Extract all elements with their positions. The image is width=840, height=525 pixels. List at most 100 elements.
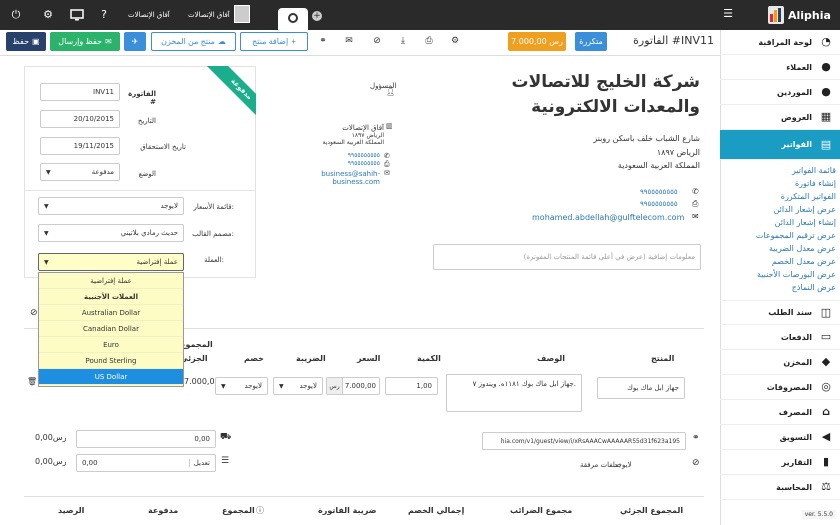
sidebar-sub-create-credit[interactable]: إنشاء إشعار الدائن [724,218,836,227]
row-tax-select[interactable]: ▼ لايوجد [273,377,323,395]
guest-link-field[interactable]: hia.com/v1/guest/view/i/xRsAAACwAAAAAR55… [482,432,686,450]
sidebar-item-purchase-orders[interactable]: ◫ سند الطلب [720,300,840,325]
summary-top-border [24,496,704,497]
sidebar-item-inventory[interactable]: ◆ المخزن [720,350,840,375]
sidebar-item-marketing[interactable]: ◀ التسويق [720,425,840,450]
attached-files-value: لايوجد [614,461,632,469]
monitor-icon[interactable] [70,9,84,21]
company-name: شركة الخليج للاتصالات والمعدات الالكترون… [511,72,700,117]
sidebar-sub-recurring[interactable]: الفواتير المتكررة [724,192,836,201]
currency-option-usd[interactable]: US Dollar [39,369,183,385]
row-price-field[interactable]: رس 7.000,00 [326,377,380,395]
template-select[interactable]: ▼ حديث رمادي بلاتيني [38,224,184,242]
row-qty-field[interactable]: 1,00 [385,377,438,395]
user-icon: 👤︎ [386,88,395,96]
fax-icon: ⎙ [692,199,699,208]
envelope-icon: ✉ [105,37,112,46]
sidebar-item-reports[interactable]: ▮ التقارير [720,450,840,475]
add-product-button[interactable]: إضافة منتج + [240,32,308,51]
sidebar-item-dashboard[interactable]: ◔ لوحة المراقبة [720,30,840,55]
company-phone-1[interactable]: ٩٩٥٥٥٥٥٥٥٥ [640,188,678,196]
save-button[interactable]: حفظ ▣ [6,32,46,51]
sidebar-sub-tax-rates[interactable]: عرض معدل الضريبة [724,244,836,253]
pin-button[interactable]: ✈ [124,32,146,51]
currency-option-eur[interactable]: Euro [39,337,183,353]
customer-phone-1[interactable]: ٩٩٥٥٥٥٥٥٥٥ [300,152,380,159]
sidebar-sub-create-invoice[interactable]: إنشاء فاتورة [724,179,836,188]
pricelist-select[interactable]: ▼ لايوجد [38,197,184,215]
sidebar-item-payments[interactable]: ▭ الدفعات [720,325,840,350]
user-icon: ● [821,60,831,73]
scale-icon: ⚖ [821,480,831,493]
customer-email[interactable]: business@sahih-business.com [280,170,380,186]
recurring-badge: متكررة [575,32,607,51]
sliders-icon: ☰ [221,456,230,466]
sidebar-item-invoices[interactable]: ▤ الفواتير [720,130,840,160]
date-field[interactable]: 20/10/2015 [40,110,120,128]
sidebar-item-customers[interactable]: ● العملاء [720,55,840,80]
add-tab-icon[interactable]: + [312,11,322,21]
currency-option-cad[interactable]: Canadian Dollar [39,321,183,337]
amount-1-field[interactable]: 0,00 [76,430,216,448]
company-phone-2[interactable]: ٩٩٥٥٥٥٥٥٥٥ [640,200,678,208]
sidebar-sub-templates[interactable]: عرض النماذج [724,283,836,292]
bullhorn-icon: ◀ [821,430,831,443]
download-icon[interactable]: ⤓ [398,36,408,46]
sidebar-sub-discount-rates[interactable]: عرض معدل الخصم [724,257,836,266]
due-date-label: تاريخ الاستحقاق [140,143,186,151]
sidebar-item-bank[interactable]: ⌂ المصرف [720,400,840,425]
paperclip-icon[interactable]: ⊘ [372,36,382,46]
bar-chart-icon: ▮ [822,455,830,468]
pin-icon: ✈ [131,37,139,46]
sidebar-sub-invoice-list[interactable]: قائمة الفواتير [724,166,836,175]
save-send-button[interactable]: حفظ وإرسال ✉ [50,32,120,51]
print-icon[interactable]: ⎙ [424,36,434,46]
gear-icon[interactable]: ⚙ [450,36,460,46]
currency-option-gbp[interactable]: Pound Sterling [39,353,183,369]
adjustment-field[interactable]: 0,00 تعديل [76,454,216,472]
power-icon[interactable]: ⏻ [10,9,22,21]
row-product-field[interactable]: جهاز ابل ماك بوك [597,377,685,399]
link-icon[interactable]: ⚭ [318,36,328,46]
active-tab[interactable] [278,8,308,30]
notes-textarea[interactable]: معلومات إضافية (عرض في أعلى قائمة المنتج… [433,244,701,270]
company-email[interactable]: mohamed.abdellah@gulftelecom.com [532,213,684,222]
help-icon[interactable]: ? [98,9,110,21]
customer-country: المملكة العربية السعودية [322,139,384,146]
status-select[interactable]: ▼ مدفوعة [40,163,120,181]
sidebar-item-quotes[interactable]: ▦ العروض [720,105,840,130]
chevron-down-icon: ▼ [44,229,49,237]
sidebar-item-expenses[interactable]: ◎ المصروفات [720,375,840,400]
summary-total: المجموع [222,506,255,515]
customer-name[interactable]: آفاق الإتصالات [300,124,384,132]
paperclip-icon[interactable]: ⊘ [30,308,38,318]
currency-select[interactable]: ▼ عملة إفتراضية [38,253,184,271]
brand-name: Aliphia [788,8,831,22]
product-from-store-button[interactable]: منتج من المخزن ☁ [151,32,236,51]
row-description-field[interactable]: جهاز ابل ماك بوك ١١٨١ه. ويندوز ٧. [446,374,582,412]
info-icon: ⓘ [256,506,264,515]
header-discount: خصم [244,354,264,363]
trash-icon[interactable]: 🗑︎ [27,377,37,386]
status-label: الوضع [138,170,156,178]
currency-label: العملة: [204,256,224,264]
customer-phone-2[interactable]: ٩٩٥٥٥٥٥٥٥٥ [300,160,380,167]
version-label: ver. 5.5.0 [801,510,836,519]
due-date-field[interactable]: 19/11/2015 [40,137,120,155]
sidebar-item-suppliers[interactable]: ● الموردين [720,80,840,105]
company-link[interactable]: آفاق الإتصالات [128,0,170,30]
row-discount-select[interactable]: ▼ لايوجد [215,377,268,395]
sidebar-sub-foreign-exchange[interactable]: عرض البورصات الأجنبية [724,270,836,279]
envelope-icon[interactable]: ✉ [344,36,354,46]
sidebar-sub-credit-notes[interactable]: عرض إشعار الدائن [724,205,836,214]
gear-icon[interactable]: ⚙ [42,9,54,21]
template-label: مصمم القالب: [192,230,234,238]
sidebar-sub-group-numbering[interactable]: عرض ترقيم المجموعات [724,231,836,240]
currency-option-default[interactable]: عملة إفتراضية [39,273,183,289]
currency-option-aud[interactable]: Australian Dollar [39,305,183,321]
avatar[interactable] [234,5,250,23]
sidebar-item-accounting[interactable]: ⚖ المحاسبة [720,475,840,500]
user-name[interactable]: آفاق الإتصالات [188,0,230,30]
menu-icon[interactable]: ☰ [722,8,734,20]
invoice-number-field[interactable]: INV11 [40,83,120,101]
